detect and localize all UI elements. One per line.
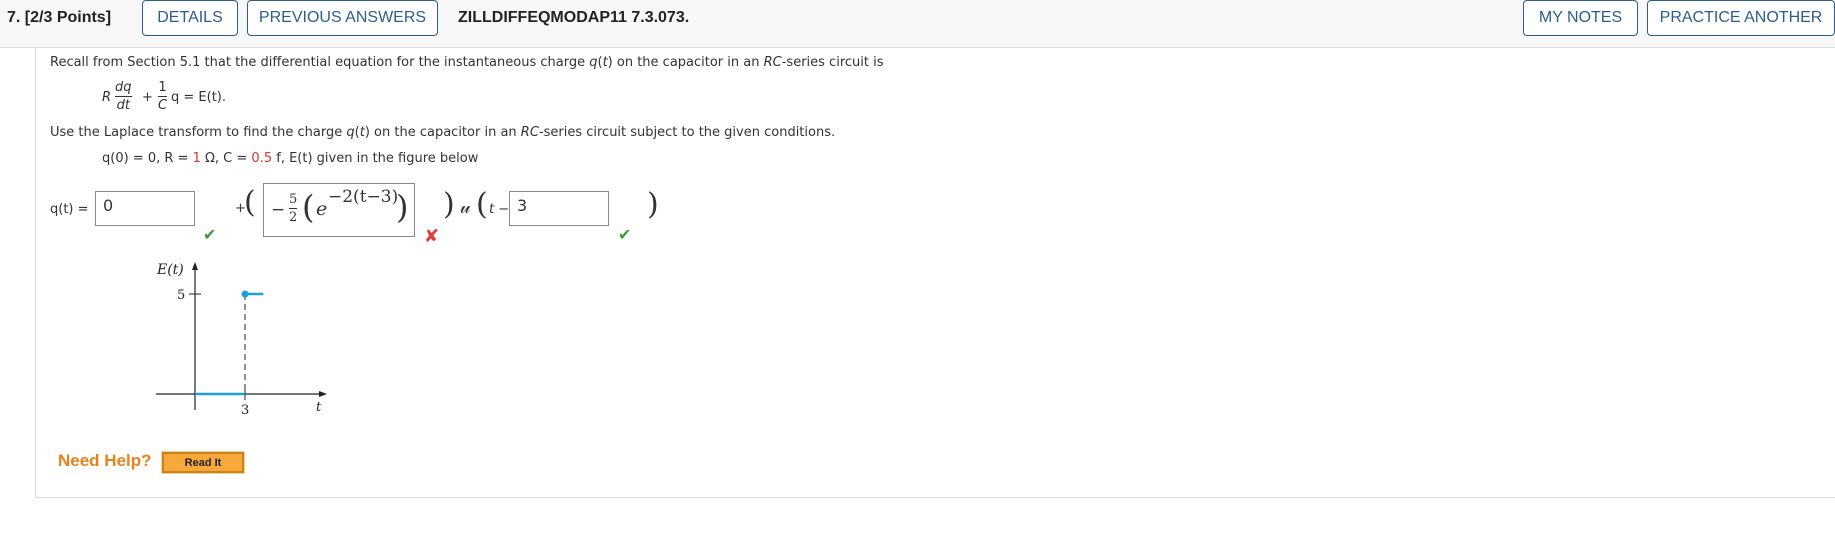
- read-it-button[interactable]: Read It: [161, 451, 245, 474]
- answer-input-3[interactable]: 3: [509, 191, 609, 226]
- five-halves-fraction: 52: [289, 192, 298, 225]
- conditions-text: q(0) = 0, R = 1 Ω, C = 0.5 f, E(t) given…: [102, 151, 479, 166]
- closed-point: [241, 290, 249, 298]
- closing-paren: ): [647, 187, 659, 222]
- details-button[interactable]: DETAILS: [142, 0, 238, 36]
- question-number: 7. [2/3 Points]: [7, 9, 112, 26]
- practice-another-button[interactable]: PRACTICE ANOTHER: [1647, 0, 1835, 36]
- answer-input-1[interactable]: 0: [95, 191, 195, 226]
- x-tick-label: 3: [241, 403, 249, 418]
- x-axis-label: t: [316, 400, 322, 415]
- instruction-text: Use the Laplace transform to find the ch…: [50, 125, 836, 140]
- problem-code: ZILLDIFFEQMODAP11 7.3.073.: [458, 9, 690, 26]
- voltage-graph: 5 3 E(t) t: [156, 262, 327, 418]
- correct-check-icon: ✔: [203, 225, 217, 244]
- intro-text: Recall from Section 5.1 that the differe…: [50, 55, 884, 70]
- need-help-label: Need Help?: [58, 451, 152, 470]
- y-axis-label: E(t): [156, 262, 184, 278]
- unit-step-arg: t −: [489, 202, 510, 217]
- y-axis-arrow: [192, 262, 198, 270]
- answer-input-2[interactable]: − 52 ( e −2(t−3) ): [263, 183, 415, 237]
- correct-check-icon-2: ✔: [618, 225, 632, 244]
- unit-step-symbol: 𝓊: [460, 196, 471, 218]
- previous-answers-button[interactable]: PREVIOUS ANSWERS: [247, 0, 438, 36]
- y-tick-label: 5: [177, 288, 185, 303]
- my-notes-button[interactable]: MY NOTES: [1523, 0, 1638, 36]
- question-header: 7. [2/3 Points] DETAILS PREVIOUS ANSWERS…: [0, 0, 1835, 48]
- right-paren: ): [443, 187, 455, 222]
- x-axis-arrow: [319, 391, 327, 397]
- incorrect-x-icon: ✘: [424, 226, 440, 247]
- points-label: [2/3 Points]: [24, 9, 112, 26]
- left-paren: (: [244, 185, 256, 220]
- answer-lhs: q(t) =: [50, 202, 89, 217]
